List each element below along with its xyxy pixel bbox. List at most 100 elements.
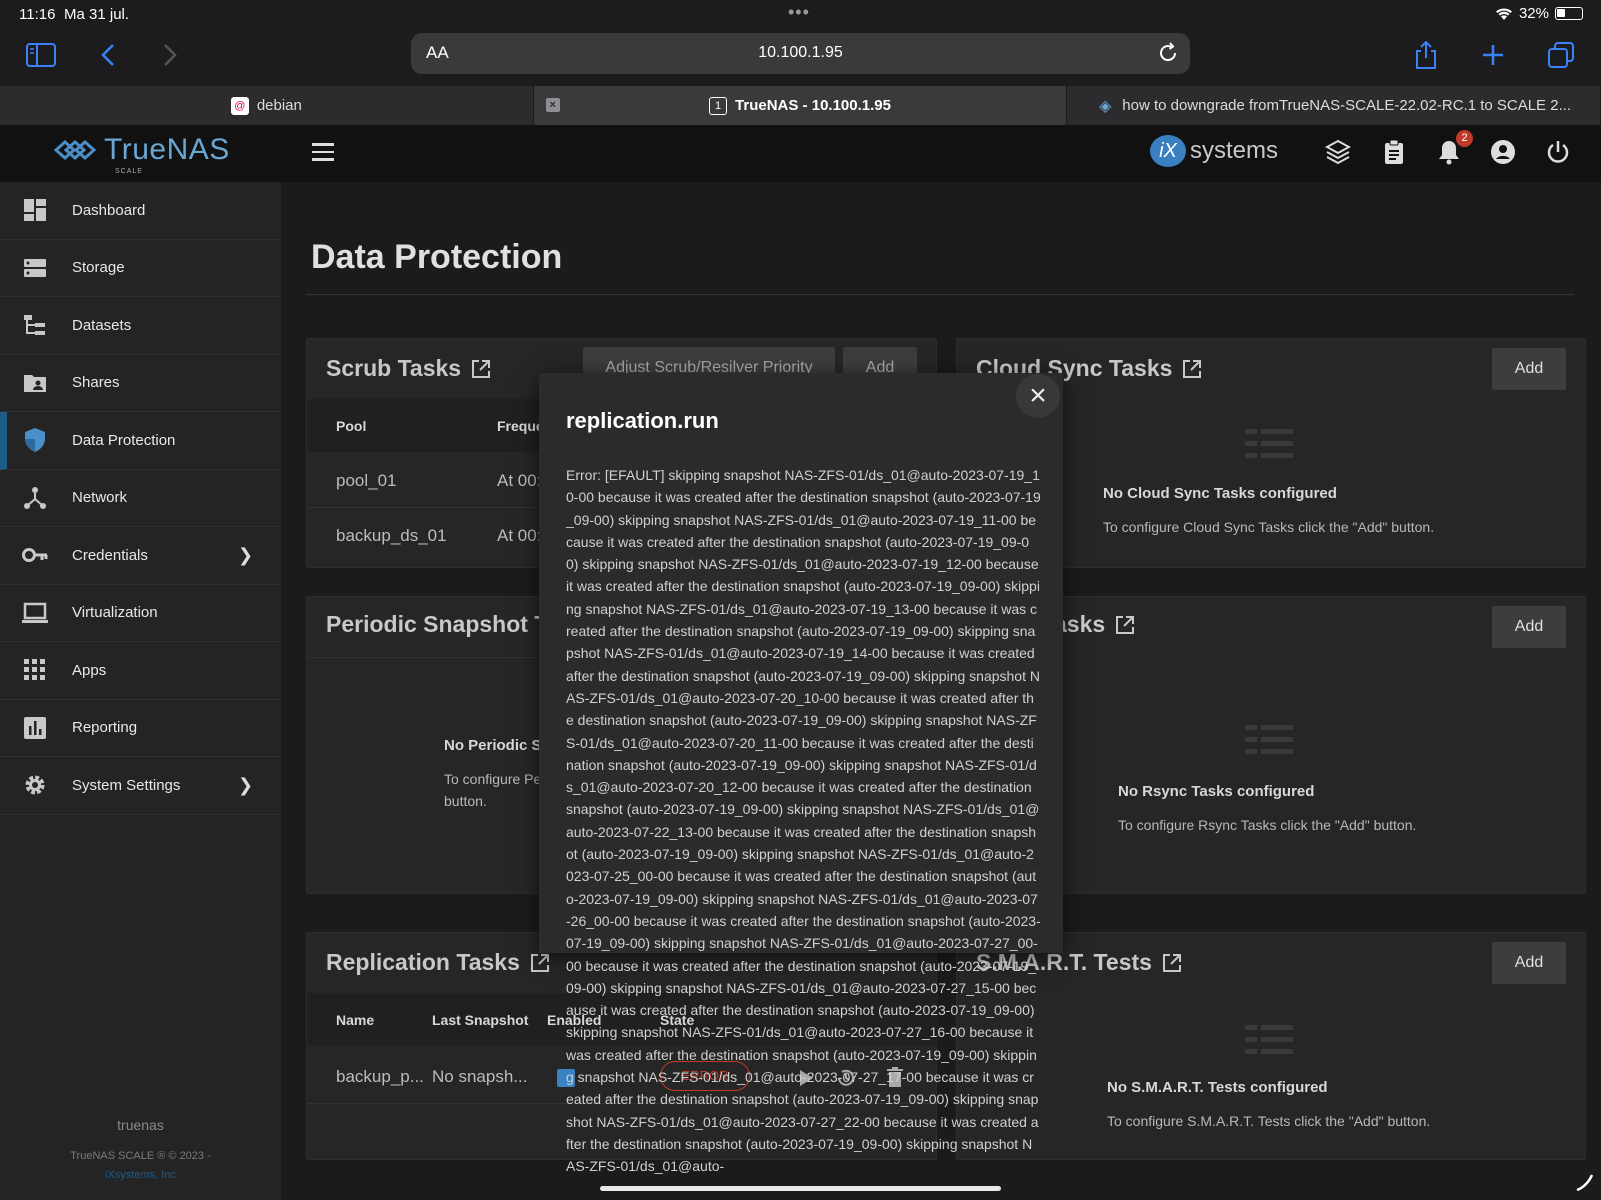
multitasking-dots-icon[interactable]: ••• (788, 2, 810, 23)
close-icon[interactable]: × (545, 98, 560, 112)
status-date: Ma 31 jul. (64, 6, 130, 23)
tab-truenas[interactable]: × 1 TrueNAS - 10.100.1.95 (533, 86, 1068, 125)
shield-icon (22, 427, 48, 453)
debian-icon: @ (230, 96, 249, 115)
browser-tab-bar: @ debian × 1 TrueNAS - 10.100.1.95 ◈ how… (0, 86, 1601, 125)
app-header: TrueNAS SCALE iX systems 2 (0, 125, 1601, 182)
battery-icon (1555, 7, 1583, 20)
empty-title: No Cloud Sync Tasks configured (1103, 485, 1337, 502)
truecommand-icon[interactable] (1324, 138, 1352, 166)
home-indicator[interactable] (600, 1186, 1001, 1191)
ixsystems-logo[interactable]: iX systems (1150, 135, 1278, 167)
sidebar-item-label: Storage (72, 259, 125, 277)
sidebar: Dashboard Storage Datasets Shares Data P… (0, 182, 281, 1200)
company-link[interactable]: iXsystems, Inc (0, 1169, 281, 1181)
external-link-icon[interactable] (471, 359, 491, 379)
chevron-right-icon: ❯ (238, 774, 254, 795)
external-link-icon[interactable] (1182, 359, 1202, 379)
page-title: Data Protection (311, 238, 563, 276)
sidebar-icon[interactable] (24, 36, 58, 74)
add-smart-test-button[interactable]: Add (1492, 942, 1566, 984)
sidebar-item-datasets[interactable]: Datasets (0, 297, 281, 355)
copyright-text: TrueNAS SCALE ® © 2023 - (70, 1150, 211, 1162)
sidebar-item-system-settings[interactable]: System Settings ❯ (0, 757, 281, 815)
share-icon[interactable] (1412, 36, 1440, 74)
card-title[interactable]: asks (1054, 611, 1135, 638)
sidebar-item-dashboard[interactable]: Dashboard (0, 182, 281, 240)
column-header-frequency[interactable]: Freque (497, 418, 544, 434)
card-title[interactable]: Periodic Snapshot Ta (326, 611, 559, 638)
sidebar-item-virtualization[interactable]: Virtualization (0, 585, 281, 642)
notification-count-badge: 2 (1456, 130, 1473, 147)
empty-text: To configure Pe (444, 771, 542, 787)
sidebar-item-label: Virtualization (72, 604, 158, 622)
chevron-right-icon: ❯ (238, 544, 254, 565)
error-message: Error: [EFAULT] skipping snapshot NAS-ZF… (566, 467, 1041, 1175)
tab-label: debian (256, 97, 302, 114)
external-link-icon[interactable] (530, 953, 550, 973)
reload-icon[interactable] (1156, 41, 1180, 65)
sidebar-item-label: Shares (72, 374, 120, 392)
plus-icon[interactable] (1479, 36, 1507, 74)
sidebar-item-reporting[interactable]: Reporting (0, 700, 281, 757)
sidebar-item-label: Datasets (72, 316, 132, 334)
tab-label: TrueNAS - 10.100.1.95 (735, 97, 891, 114)
add-cloud-sync-button[interactable]: Add (1492, 348, 1566, 390)
card-title-text: Scrub Tasks (326, 355, 462, 381)
add-rsync-button[interactable]: Add (1492, 606, 1566, 648)
browser-toolbar: AA 10.100.1.95 (0, 28, 1601, 86)
sidebar-item-label: Network (72, 489, 128, 507)
sidebar-item-apps[interactable]: Apps (0, 642, 281, 700)
frequency-cell: At 00: (497, 471, 542, 490)
column-header-name[interactable]: Name (336, 1012, 374, 1028)
ix-wordmark: systems (1190, 137, 1279, 164)
column-header-pool[interactable]: Pool (336, 418, 366, 434)
title-divider (306, 294, 1574, 295)
pool-cell: pool_01 (336, 471, 397, 490)
sidebar-item-label: Apps (72, 661, 107, 679)
sidebar-item-shares[interactable]: Shares (0, 355, 281, 412)
sidebar-item-network[interactable]: Network (0, 470, 281, 527)
card-title-text: Periodic Snapshot Ta (326, 611, 560, 637)
card-title[interactable]: Replication Tasks (326, 949, 550, 976)
back-icon[interactable] (96, 36, 120, 74)
power-icon[interactable] (1544, 138, 1572, 166)
apps-grid-icon (22, 657, 48, 683)
external-link-icon[interactable] (1162, 953, 1182, 973)
bar-chart-icon (22, 715, 48, 741)
tab-label: how to downgrade fromTrueNAS-SCALE-22.02… (1122, 97, 1572, 114)
wifi-icon (1495, 7, 1512, 20)
truenas-favicon-icon: ◈ (1099, 97, 1112, 115)
address-bar[interactable]: AA 10.100.1.95 (411, 33, 1190, 74)
sidebar-item-data-protection[interactable]: Data Protection (0, 412, 281, 470)
column-header-last-snapshot[interactable]: Last Snapshot (432, 1012, 528, 1028)
forward-icon[interactable] (158, 36, 182, 74)
sidebar-item-label: Data Protection (72, 431, 176, 449)
tab-downgrade[interactable]: ◈ how to downgrade fromTrueNAS-SCALE-22.… (1067, 86, 1601, 125)
account-icon[interactable] (1489, 138, 1517, 166)
card-title-text: Replication Tasks (326, 949, 520, 975)
clipboard-icon[interactable] (1380, 138, 1408, 166)
smart-tests-card: S.M.A.R.T. Tests Add No S.M.A.R.T. Tests… (956, 932, 1586, 1160)
card-title[interactable]: Scrub Tasks (326, 355, 491, 382)
dashboard-icon (22, 197, 48, 223)
empty-title: No S.M.A.R.T. Tests configured (1107, 1079, 1328, 1096)
last-snapshot-cell: No snapsh... (432, 1067, 528, 1086)
pool-cell: backup_ds_01 (336, 526, 447, 545)
menu-icon[interactable] (312, 143, 334, 161)
tab-debian[interactable]: @ debian (0, 86, 534, 125)
sidebar-item-credentials[interactable]: Credentials ❯ (0, 527, 281, 585)
empty-list-icon (1245, 725, 1293, 765)
close-icon[interactable]: × (1016, 374, 1060, 418)
tabs-icon[interactable] (1546, 36, 1576, 74)
logo-subtext: SCALE (115, 168, 143, 175)
frequency-cell: At 00: (497, 526, 542, 545)
empty-text: button. (444, 793, 487, 809)
battery-percent: 32% (1518, 5, 1549, 22)
sidebar-item-storage[interactable]: Storage (0, 240, 281, 297)
external-link-icon[interactable] (1115, 615, 1135, 635)
sidebar-item-label: Reporting (72, 719, 138, 737)
storage-icon (22, 255, 48, 281)
empty-list-icon (1245, 1025, 1293, 1065)
truenas-logo[interactable]: TrueNAS SCALE (52, 133, 230, 175)
